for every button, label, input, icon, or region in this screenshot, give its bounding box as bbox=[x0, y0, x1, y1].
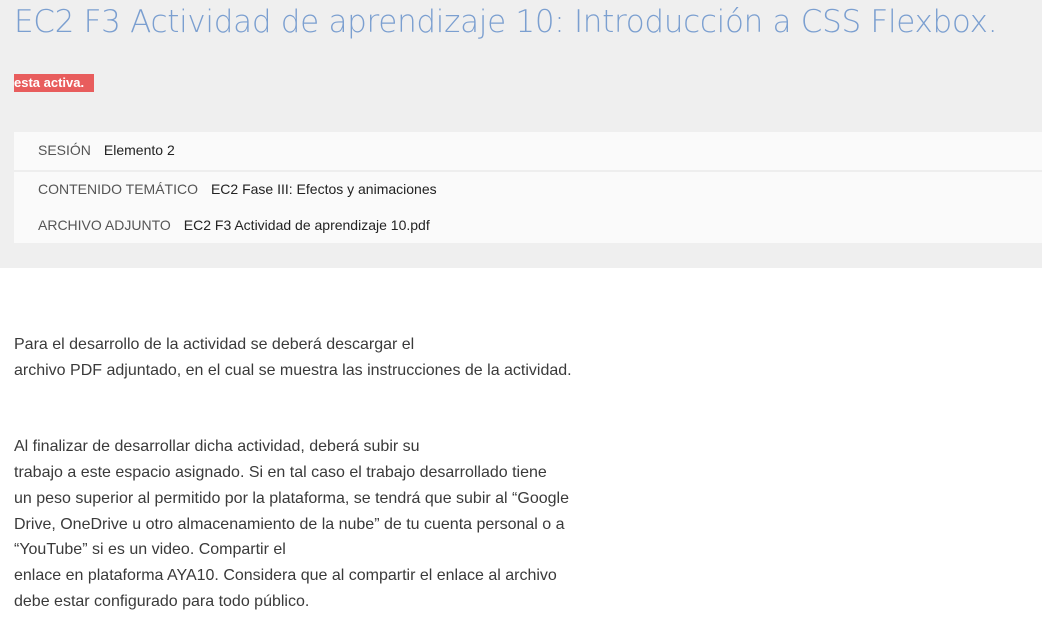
activity-header: EC2 F3 Actividad de aprendizaje 10: Intr… bbox=[0, 0, 1042, 268]
activity-description: Para el desarrollo de la actividad se de… bbox=[14, 332, 634, 614]
text-line: enlace en plataforma AYA10. Considera qu… bbox=[14, 566, 557, 584]
text-line: “YouTube” si es un video. Compartir el bbox=[14, 541, 286, 559]
text-line: archivo PDF adjuntado, en el cual se mue… bbox=[14, 361, 572, 379]
text-line: debe estar configurado para todo público… bbox=[14, 592, 310, 610]
session-label: SESIÓN bbox=[38, 142, 91, 158]
text-line: trabajo a este espacio asignado. Si en t… bbox=[14, 464, 547, 482]
session-row: SESIÓN Elemento 2 bbox=[38, 140, 175, 160]
instructions-paragraph: Al finalizar de desarrollar dicha activi… bbox=[14, 434, 634, 614]
page-title: EC2 F3 Actividad de aprendizaje 10: Intr… bbox=[14, 4, 998, 40]
text-line: Para el desarrollo de la actividad se de… bbox=[14, 336, 415, 353]
attachment-label: ARCHIVO ADJUNTO bbox=[38, 217, 171, 233]
topic-label: CONTENIDO TEMÁTICO bbox=[38, 181, 198, 197]
attachment-row: ARCHIVO ADJUNTO EC2 F3 Actividad de apre… bbox=[38, 215, 430, 235]
description-paragraph: Para el desarrollo de la actividad se de… bbox=[14, 332, 634, 383]
activity-details: SESIÓN Elemento 2 CONTENIDO TEMÁTICO EC2… bbox=[14, 132, 1042, 243]
text-line: un peso superior al permitido por la pla… bbox=[14, 489, 569, 507]
divider bbox=[14, 170, 1042, 172]
session-value: Elemento 2 bbox=[103, 142, 175, 158]
topic-value: EC2 Fase III: Efectos y animaciones bbox=[210, 181, 437, 197]
text-line: Al finalizar de desarrollar dicha activi… bbox=[14, 438, 420, 456]
status-badge: esta activa. bbox=[14, 74, 95, 92]
topic-row: CONTENIDO TEMÁTICO EC2 Fase III: Efectos… bbox=[38, 179, 437, 199]
attachment-link[interactable]: EC2 F3 Actividad de aprendizaje 10.pdf bbox=[184, 217, 430, 233]
text-line: Drive, OneDrive u otro almacenamiento de… bbox=[14, 515, 565, 533]
